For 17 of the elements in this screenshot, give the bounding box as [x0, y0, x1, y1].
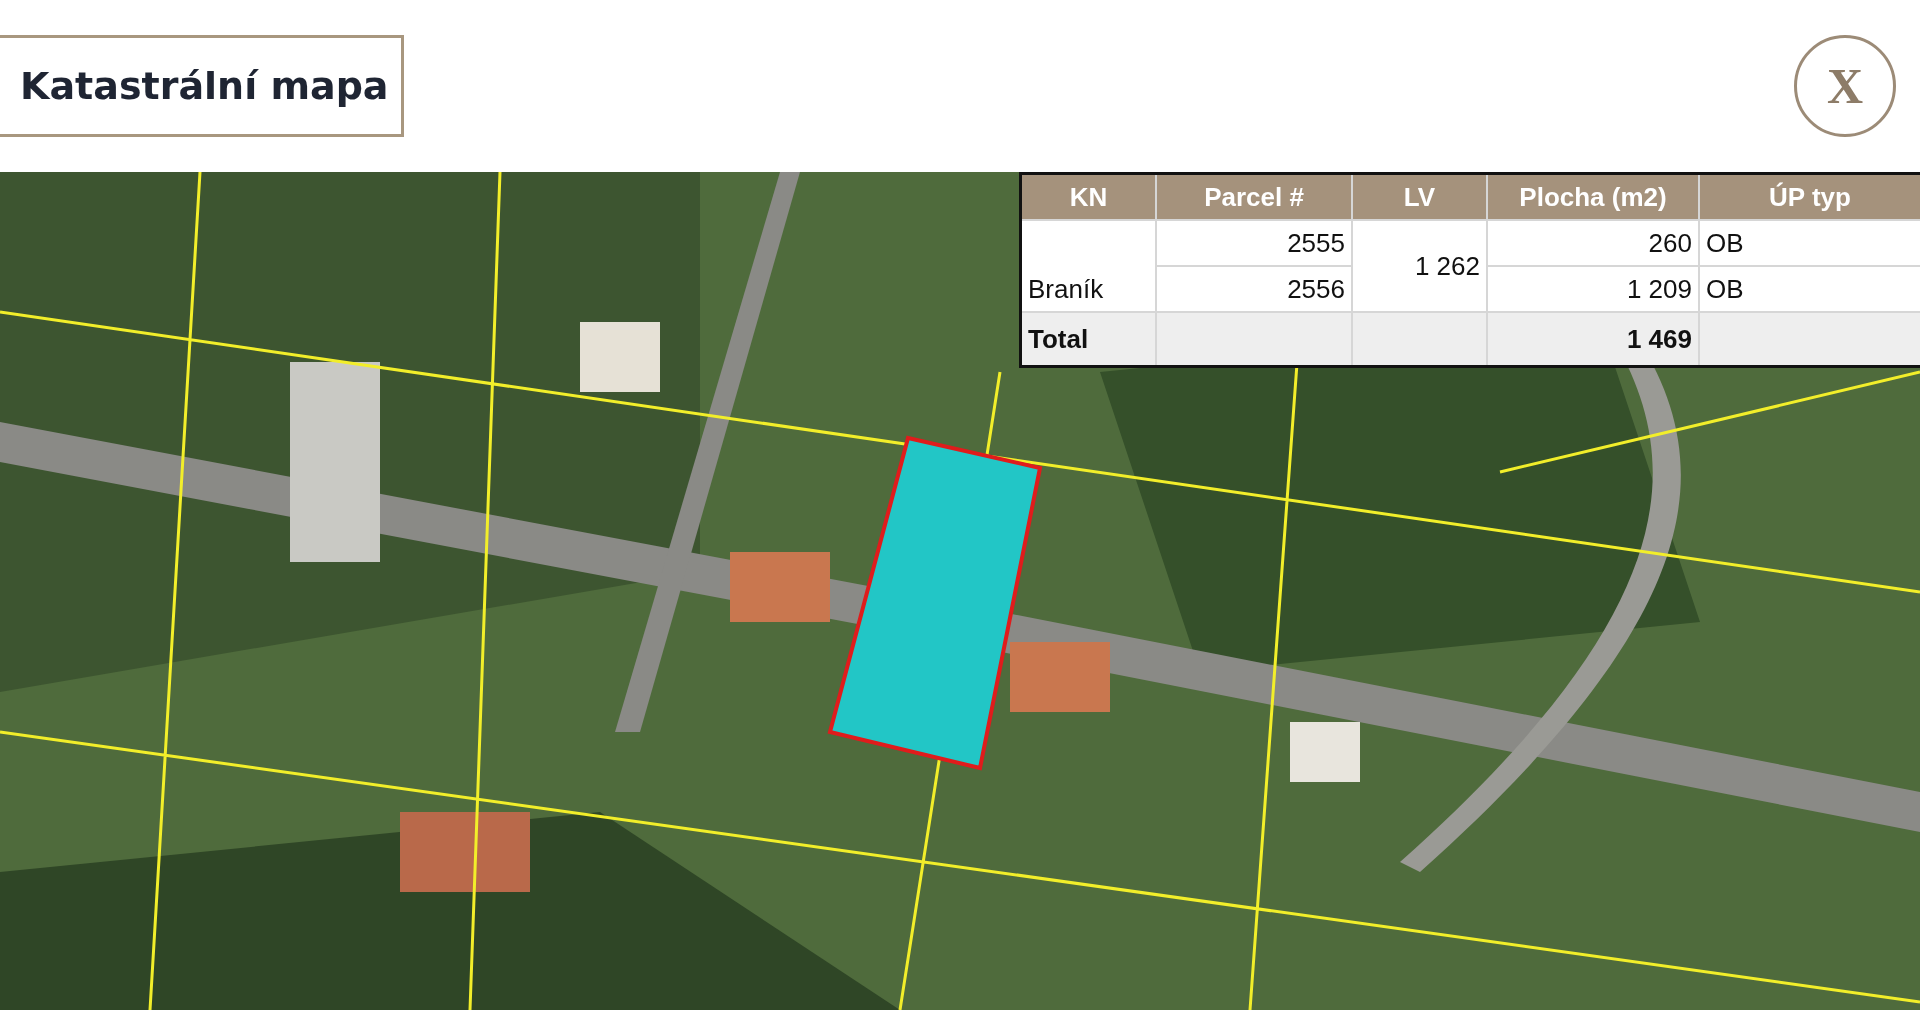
close-button[interactable]: X — [1794, 35, 1896, 137]
column-header: ÚP typ — [1700, 175, 1920, 219]
table-cell: 1 469 — [1488, 313, 1698, 365]
table-cell: Total — [1022, 313, 1155, 365]
table-cell: OB — [1700, 267, 1920, 311]
table-cell: 2555 — [1157, 221, 1351, 265]
table-cell: Braník — [1022, 221, 1155, 311]
column-header: Parcel # — [1157, 175, 1351, 219]
table-cell: 260 — [1488, 221, 1698, 265]
column-header: KN — [1022, 175, 1155, 219]
table-cell: 2556 — [1157, 267, 1351, 311]
column-header: Plocha (m2) — [1488, 175, 1698, 219]
table-cell: OB — [1700, 221, 1920, 265]
page-title: Katastrální mapa — [0, 35, 404, 137]
column-header: LV — [1353, 175, 1486, 219]
table-cell: 1 209 — [1488, 267, 1698, 311]
table-cell: 1 262 — [1353, 221, 1486, 311]
